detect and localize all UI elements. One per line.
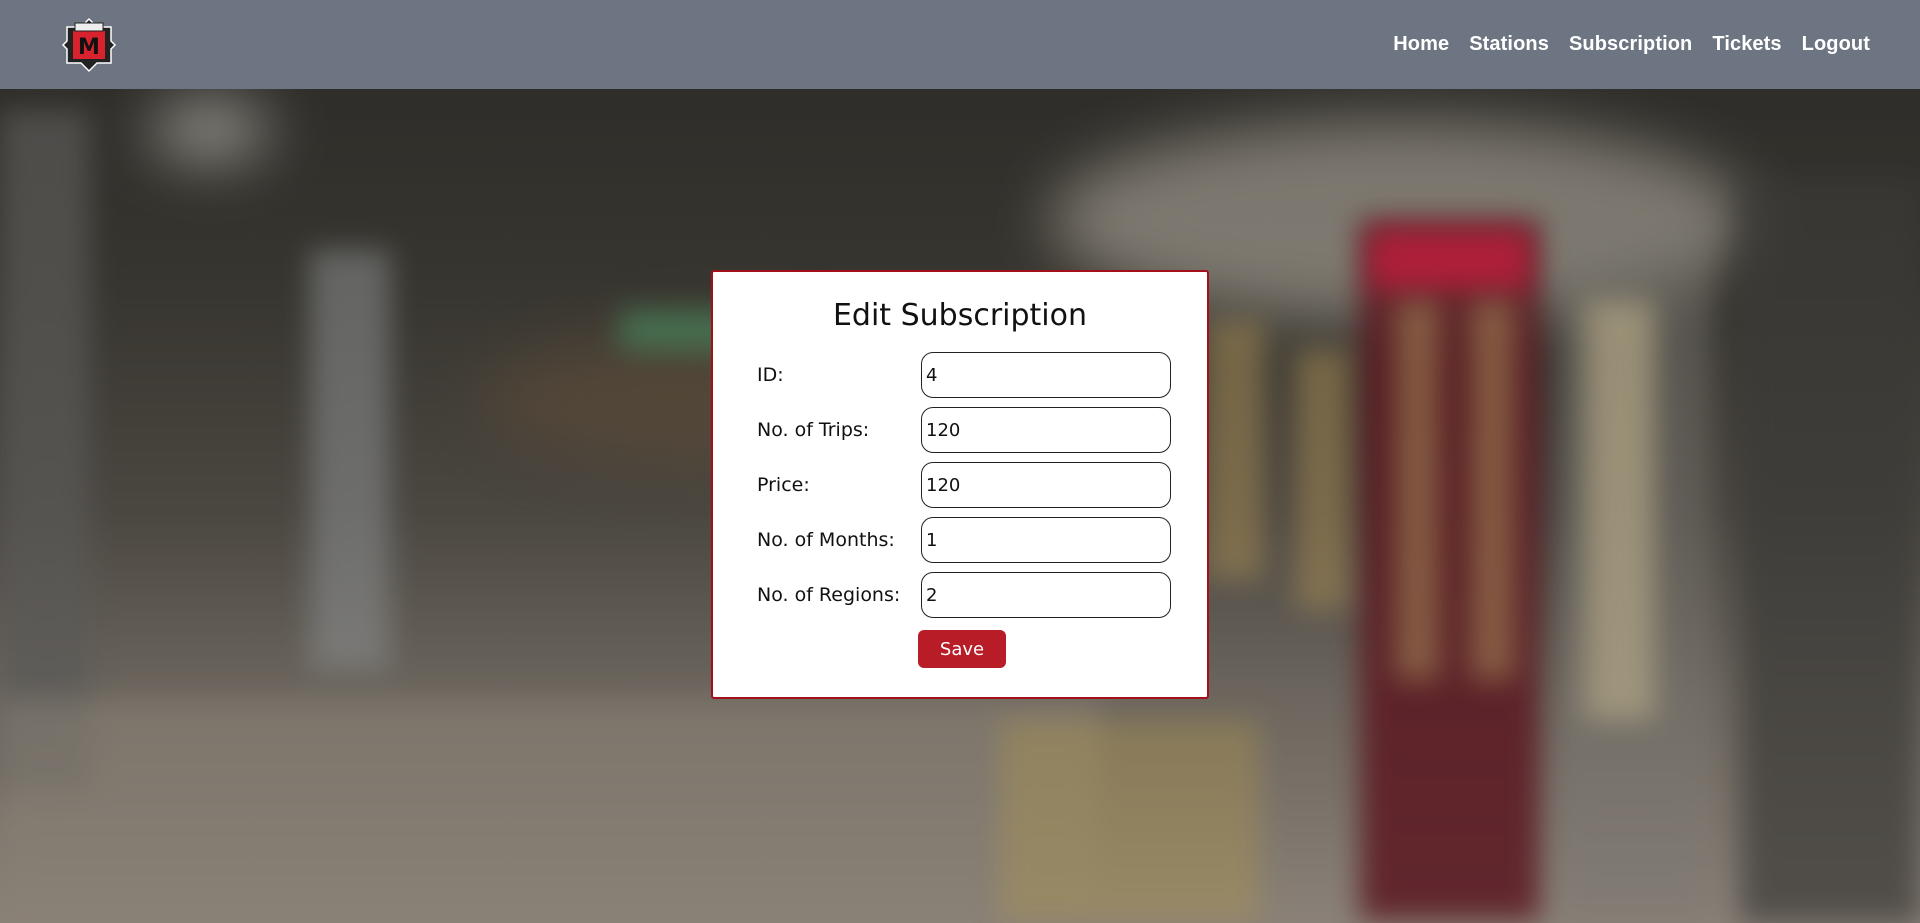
save-button[interactable]: Save [918, 630, 1006, 668]
edit-subscription-card: Edit Subscription ID: No. of Trips: Pric… [711, 270, 1209, 699]
form-row-id: ID: [757, 352, 1177, 400]
top-navbar: M Home Stations Subscription Tickets Log… [0, 0, 1920, 89]
trips-input[interactable] [921, 407, 1171, 453]
nav-subscription-link[interactable]: Subscription [1569, 33, 1692, 56]
nav-stations-link[interactable]: Stations [1469, 33, 1549, 56]
regions-label: No. of Regions: [757, 584, 901, 606]
form-title: Edit Subscription [832, 298, 1088, 333]
nav-tickets-link[interactable]: Tickets [1712, 33, 1781, 56]
nav-logout-link[interactable]: Logout [1802, 33, 1870, 56]
price-input[interactable] [921, 462, 1171, 508]
id-label: ID: [757, 364, 784, 386]
nav-links: Home Stations Subscription Tickets Logou… [1393, 33, 1870, 56]
form-row-price: Price: [757, 462, 1177, 510]
form-row-trips: No. of Trips: [757, 407, 1177, 455]
form-row-regions: No. of Regions: [757, 572, 1177, 620]
form-row-months: No. of Months: [757, 517, 1177, 565]
months-label: No. of Months: [757, 529, 895, 551]
regions-input[interactable] [921, 572, 1171, 618]
trips-label: No. of Trips: [757, 419, 870, 441]
months-input[interactable] [921, 517, 1171, 563]
svg-text:M: M [78, 35, 100, 60]
metro-logo-icon[interactable]: M [61, 17, 117, 73]
nav-home-link[interactable]: Home [1393, 33, 1449, 56]
id-input[interactable] [921, 352, 1171, 398]
price-label: Price: [757, 474, 810, 496]
